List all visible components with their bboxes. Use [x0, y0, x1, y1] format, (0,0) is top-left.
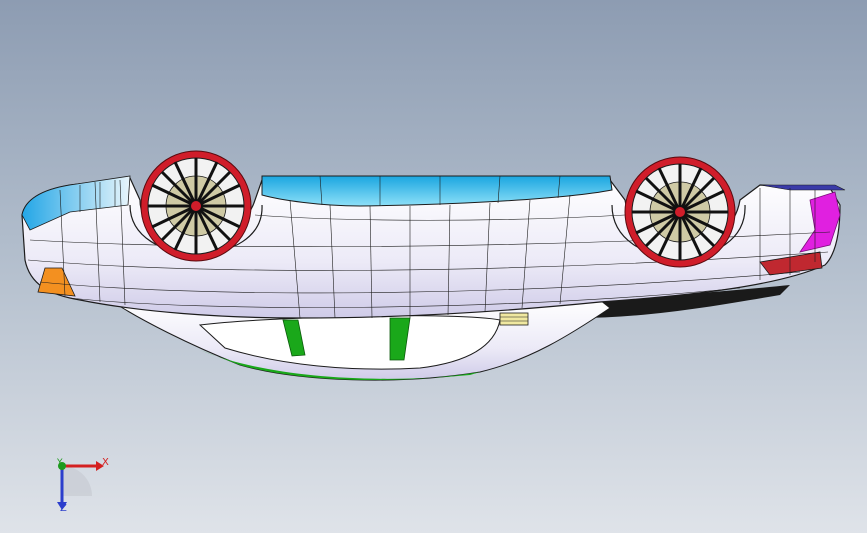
- y-axis-label: Y: [57, 458, 63, 468]
- z-axis-label: Z: [60, 503, 67, 514]
- car-model[interactable]: [0, 0, 867, 533]
- cad-viewport[interactable]: X Y Z: [0, 0, 867, 533]
- exhaust-detail: [499, 312, 529, 326]
- front-wheel: [140, 150, 252, 262]
- coordinate-triad: X Y Z: [40, 448, 120, 523]
- x-axis-label: X: [102, 457, 109, 468]
- rear-wheel: [624, 156, 736, 268]
